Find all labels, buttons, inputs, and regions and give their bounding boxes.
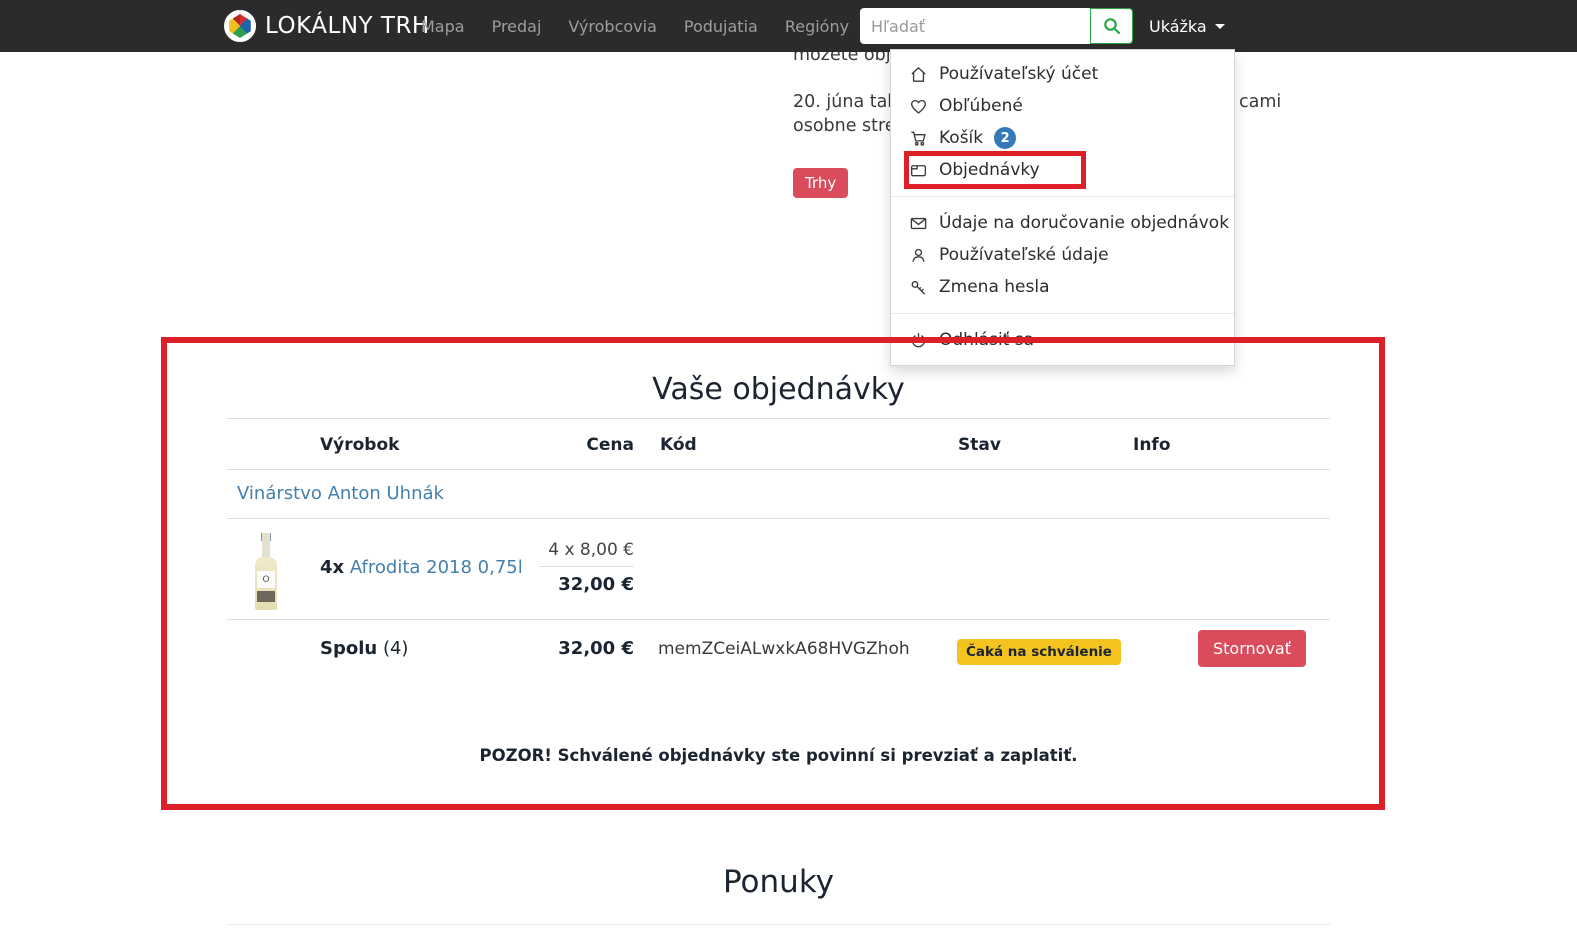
menu-item-logout[interactable]: Odhlásiť sa — [891, 324, 1234, 356]
col-header-stav: Stav — [958, 435, 1001, 455]
menu-item-change-password[interactable]: Zmena hesla — [891, 271, 1234, 303]
menu-item-label: Objednávky — [939, 160, 1040, 180]
key-icon — [911, 280, 926, 295]
chevron-down-icon — [1214, 23, 1225, 29]
cancel-order-button[interactable]: Stornovať — [1198, 630, 1306, 667]
brand[interactable]: LOKÁLNY TRH — [224, 0, 430, 52]
brand-title: LOKÁLNY TRH — [265, 13, 430, 39]
order-code: memZCeiALwxkA68HVGZhoh — [658, 639, 910, 659]
page: LOKÁLNY TRH Mapa Predaj Výrobcovia Poduj… — [0, 0, 1577, 931]
home-icon — [911, 66, 926, 82]
menu-divider — [891, 313, 1234, 314]
divider — [227, 469, 1330, 470]
cart-count-badge: 2 — [994, 127, 1017, 149]
summary-label: Spolu (4) — [320, 638, 408, 659]
nav-item-podujatia[interactable]: Podujatia — [684, 17, 758, 36]
bg-text-line2-right: cami — [1239, 92, 1282, 112]
producer-link[interactable]: Vinárstvo Anton Uhnák — [237, 483, 444, 504]
line-total: 32,00 € — [558, 574, 634, 595]
search-icon — [1103, 18, 1120, 35]
nav-item-mapa[interactable]: Mapa — [421, 17, 465, 36]
cart-icon — [911, 131, 926, 146]
nav-item-vyrobcovia[interactable]: Výrobcovia — [568, 17, 656, 36]
search-group — [860, 8, 1133, 44]
col-header-info: Info — [1133, 435, 1171, 455]
envelope-icon — [910, 217, 927, 229]
orders-title: Vaše objednávky — [652, 372, 905, 407]
wallet-icon — [910, 164, 927, 176]
divider — [227, 518, 1330, 519]
nav-links: Mapa Predaj Výrobcovia Podujatia Regióny — [421, 0, 889, 52]
site-logo-icon — [224, 10, 256, 42]
menu-item-delivery-data[interactable]: Údaje na doručovanie objednávok — [891, 207, 1234, 239]
user-icon — [912, 248, 925, 262]
menu-item-label: Obľúbené — [939, 96, 1023, 116]
divider — [227, 619, 1330, 620]
bg-text-line3: osobne stret — [793, 116, 903, 136]
user-dropdown-menu: Používateľský účet Obľúbené Košík 2 Obje… — [890, 49, 1235, 366]
divider — [227, 924, 1330, 925]
col-header-kod: Kód — [660, 435, 697, 455]
menu-item-label: Odhlásiť sa — [939, 330, 1035, 350]
menu-item-label: Údaje na doručovanie objednávok — [939, 213, 1230, 233]
search-button[interactable] — [1090, 8, 1133, 44]
menu-item-label: Zmena hesla — [939, 277, 1050, 297]
nav-item-predaj[interactable]: Predaj — [492, 17, 542, 36]
price-divider — [539, 566, 634, 567]
status-badge: Čaká na schválenie — [957, 639, 1121, 665]
menu-item-label: Košík — [939, 128, 984, 148]
power-icon — [911, 332, 926, 347]
menu-item-user-data[interactable]: Používateľské údaje — [891, 239, 1234, 271]
offers-title: Ponuky — [722, 864, 835, 900]
navbar: LOKÁLNY TRH Mapa Predaj Výrobcovia Poduj… — [0, 0, 1577, 52]
menu-item-favorites[interactable]: Obľúbené — [891, 90, 1234, 122]
trhy-button[interactable]: Trhy — [793, 168, 849, 198]
menu-item-account[interactable]: Používateľský účet — [891, 58, 1234, 90]
search-input[interactable] — [860, 8, 1090, 44]
summary-total: 32,00 € — [558, 638, 634, 659]
heart-icon — [910, 99, 927, 114]
product-qty: 4x — [320, 557, 345, 578]
price-block: 4 x 8,00 € 32,00 € — [434, 540, 634, 595]
menu-item-cart[interactable]: Košík 2 — [891, 122, 1234, 154]
col-header-vyrobok: Výrobok — [320, 435, 400, 455]
nav-item-regiony[interactable]: Regióny — [785, 17, 849, 36]
user-menu-label: Ukážka — [1149, 16, 1207, 36]
unit-price: 4 x 8,00 € — [548, 540, 634, 560]
menu-item-label: Používateľský účet — [939, 64, 1099, 84]
divider — [227, 418, 1330, 419]
summary-count: (4) — [382, 638, 409, 659]
menu-item-label: Používateľské údaje — [939, 245, 1109, 265]
col-header-cena: Cena — [586, 435, 634, 455]
menu-item-orders[interactable]: Objednávky — [891, 154, 1234, 186]
product-thumbnail[interactable]: O — [247, 533, 285, 610]
summary-label-bold: Spolu — [320, 638, 378, 659]
bg-text-line2: 20. júna tak — [793, 92, 898, 112]
orders-warning: POZOR! Schválené objednávky ste povinní … — [479, 746, 1078, 765]
menu-divider — [891, 196, 1234, 197]
user-menu-toggle[interactable]: Ukážka — [1149, 0, 1225, 52]
